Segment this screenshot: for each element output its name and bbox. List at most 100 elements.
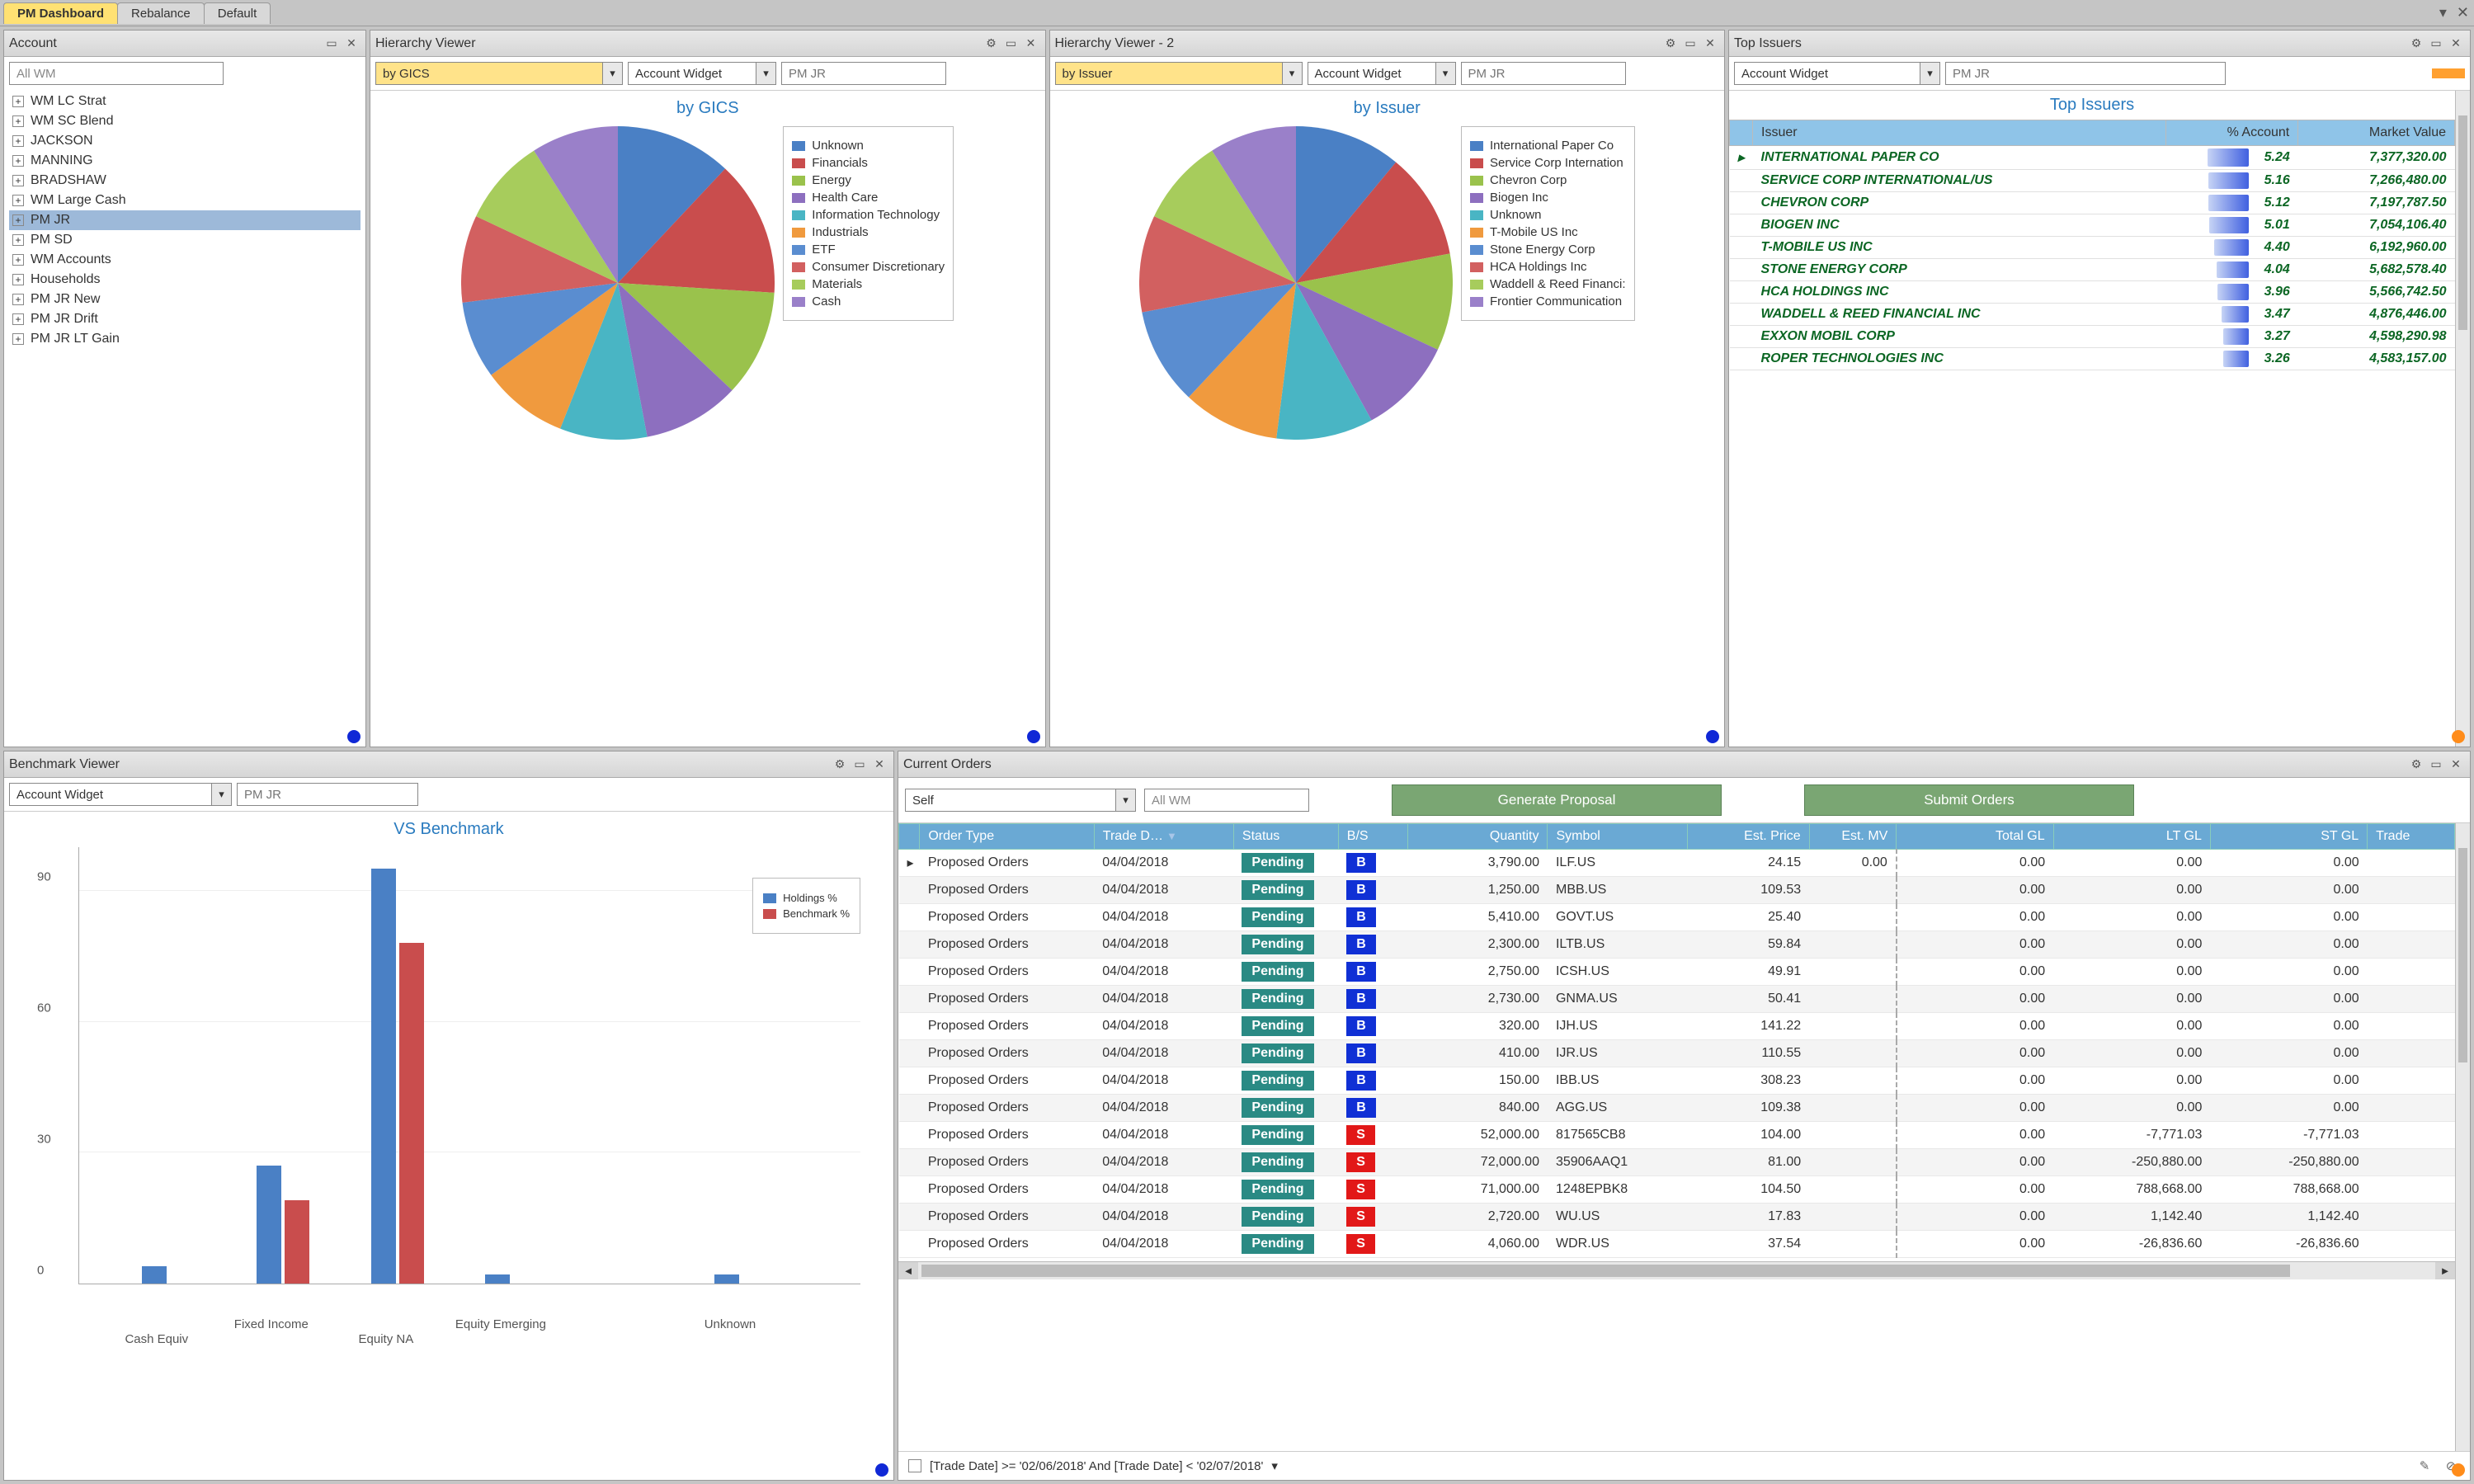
table-row[interactable]: SERVICE CORP INTERNATIONAL/US5.167,266,4…: [1730, 170, 2455, 192]
expand-icon[interactable]: [1730, 237, 1753, 259]
tree-item[interactable]: +Households: [9, 270, 360, 290]
bar[interactable]: [142, 1266, 167, 1284]
table-row[interactable]: Proposed Orders04/04/2018PendingB410.00I…: [899, 1040, 2455, 1067]
expand-icon[interactable]: [899, 931, 920, 959]
expand-icon[interactable]: ▸: [1730, 146, 1753, 170]
tree-item[interactable]: +PM JR: [9, 210, 360, 230]
table-row[interactable]: Proposed Orders04/04/2018PendingB2,730.0…: [899, 986, 2455, 1013]
tree-item[interactable]: +PM JR New: [9, 290, 360, 309]
user-input[interactable]: [237, 783, 418, 806]
column-header[interactable]: Symbol: [1548, 824, 1687, 850]
expand-icon[interactable]: [1730, 214, 1753, 237]
expand-icon[interactable]: [1730, 281, 1753, 304]
self-dropdown[interactable]: Self▾: [905, 789, 1136, 812]
horizontal-scrollbar[interactable]: ◄ ►: [898, 1261, 2455, 1279]
tab-rebalance[interactable]: Rebalance: [117, 2, 205, 24]
window-menu-icon[interactable]: ▾: [2434, 4, 2452, 21]
gear-icon[interactable]: ⚙: [1661, 35, 1680, 53]
tree-item[interactable]: +BRADSHAW: [9, 171, 360, 191]
expand-icon[interactable]: [899, 904, 920, 931]
maximize-icon[interactable]: ▭: [2427, 35, 2445, 53]
expand-icon[interactable]: +: [12, 234, 24, 246]
chevron-down-icon[interactable]: ▾: [1271, 1458, 1278, 1473]
expand-icon[interactable]: [899, 1149, 920, 1176]
table-row[interactable]: ROPER TECHNOLOGIES INC3.264,583,157.00: [1730, 348, 2455, 370]
bar[interactable]: [399, 943, 424, 1284]
user-input[interactable]: [781, 62, 946, 85]
tree-item[interactable]: +JACKSON: [9, 131, 360, 151]
close-icon[interactable]: ✕: [2447, 756, 2465, 774]
table-row[interactable]: Proposed Orders04/04/2018PendingB150.00I…: [899, 1067, 2455, 1095]
expand-icon[interactable]: +: [12, 214, 24, 226]
hierarchy-by-dropdown[interactable]: by GICS▾: [375, 62, 623, 85]
user-input[interactable]: [1461, 62, 1626, 85]
column-header[interactable]: Quantity: [1408, 824, 1548, 850]
account-widget-dropdown[interactable]: Account Widget▾: [1308, 62, 1456, 85]
scroll-left-icon[interactable]: ◄: [898, 1262, 918, 1279]
column-header[interactable]: Est. Price: [1687, 824, 1809, 850]
account-search-input[interactable]: [9, 62, 224, 85]
table-row[interactable]: Proposed Orders04/04/2018PendingS2,720.0…: [899, 1204, 2455, 1231]
column-header[interactable]: Order Type: [920, 824, 1094, 850]
table-row[interactable]: Proposed Orders04/04/2018PendingS4,060.0…: [899, 1231, 2455, 1258]
col-market-value[interactable]: Market Value: [2298, 120, 2455, 146]
column-header[interactable]: ST GL: [2210, 824, 2367, 850]
table-row[interactable]: WADDELL & REED FINANCIAL INC3.474,876,44…: [1730, 304, 2455, 326]
col-pct-account[interactable]: % Account: [2165, 120, 2298, 146]
vertical-scrollbar[interactable]: [2455, 823, 2470, 1451]
column-header[interactable]: Trade: [2368, 824, 2455, 850]
chevron-down-icon[interactable]: ▾: [602, 63, 622, 84]
gear-icon[interactable]: ⚙: [831, 756, 849, 774]
expand-icon[interactable]: +: [12, 195, 24, 206]
table-row[interactable]: CHEVRON CORP5.127,197,787.50: [1730, 192, 2455, 214]
expand-icon[interactable]: [899, 1204, 920, 1231]
bar[interactable]: [714, 1274, 739, 1284]
expand-icon[interactable]: [899, 959, 920, 986]
table-row[interactable]: Proposed Orders04/04/2018PendingB5,410.0…: [899, 904, 2455, 931]
tree-item[interactable]: +PM JR Drift: [9, 309, 360, 329]
expand-icon[interactable]: [1730, 326, 1753, 348]
close-icon[interactable]: ✕: [342, 35, 360, 53]
expand-icon[interactable]: [899, 877, 920, 904]
bar[interactable]: [257, 1166, 281, 1284]
chevron-down-icon[interactable]: ▾: [756, 63, 775, 84]
maximize-icon[interactable]: ▭: [851, 756, 869, 774]
tree-item[interactable]: +MANNING: [9, 151, 360, 171]
expand-icon[interactable]: [899, 1013, 920, 1040]
table-row[interactable]: Proposed Orders04/04/2018PendingB1,250.0…: [899, 877, 2455, 904]
bar[interactable]: [285, 1200, 309, 1284]
tree-item[interactable]: +WM LC Strat: [9, 92, 360, 111]
scroll-right-icon[interactable]: ►: [2435, 1262, 2455, 1279]
expand-icon[interactable]: +: [12, 155, 24, 167]
table-row[interactable]: BIOGEN INC5.017,054,106.40: [1730, 214, 2455, 237]
table-row[interactable]: Proposed Orders04/04/2018PendingS71,000.…: [899, 1176, 2455, 1204]
expand-icon[interactable]: +: [12, 115, 24, 127]
close-icon[interactable]: ✕: [1701, 35, 1719, 53]
user-input[interactable]: [1945, 62, 2226, 85]
table-row[interactable]: Proposed Orders04/04/2018PendingS52,000.…: [899, 1122, 2455, 1149]
expand-icon[interactable]: [1730, 259, 1753, 281]
expand-icon[interactable]: +: [12, 333, 24, 345]
filter-checkbox[interactable]: [908, 1459, 921, 1472]
chevron-down-icon[interactable]: ▾: [1435, 63, 1455, 84]
chevron-down-icon[interactable]: ▾: [211, 784, 231, 805]
tree-item[interactable]: +PM SD: [9, 230, 360, 250]
expand-icon[interactable]: [899, 1176, 920, 1204]
chevron-down-icon[interactable]: ▾: [1282, 63, 1302, 84]
table-row[interactable]: ▸Proposed Orders04/04/2018PendingB3,790.…: [899, 850, 2455, 877]
table-row[interactable]: STONE ENERGY CORP4.045,682,578.40: [1730, 259, 2455, 281]
generate-proposal-button[interactable]: Generate Proposal: [1392, 784, 1722, 816]
column-header[interactable]: Status: [1233, 824, 1338, 850]
tree-item[interactable]: +WM Accounts: [9, 250, 360, 270]
maximize-icon[interactable]: ▭: [323, 35, 341, 53]
expand-icon[interactable]: [1730, 170, 1753, 192]
expand-icon[interactable]: [1730, 192, 1753, 214]
expand-icon[interactable]: +: [12, 254, 24, 266]
maximize-icon[interactable]: ▭: [1681, 35, 1699, 53]
gear-icon[interactable]: ⚙: [983, 35, 1001, 53]
expand-icon[interactable]: +: [12, 294, 24, 305]
column-header[interactable]: LT GL: [2053, 824, 2210, 850]
expand-icon[interactable]: [1730, 348, 1753, 370]
expand-icon[interactable]: ▸: [899, 850, 920, 877]
expand-icon[interactable]: [899, 1040, 920, 1067]
